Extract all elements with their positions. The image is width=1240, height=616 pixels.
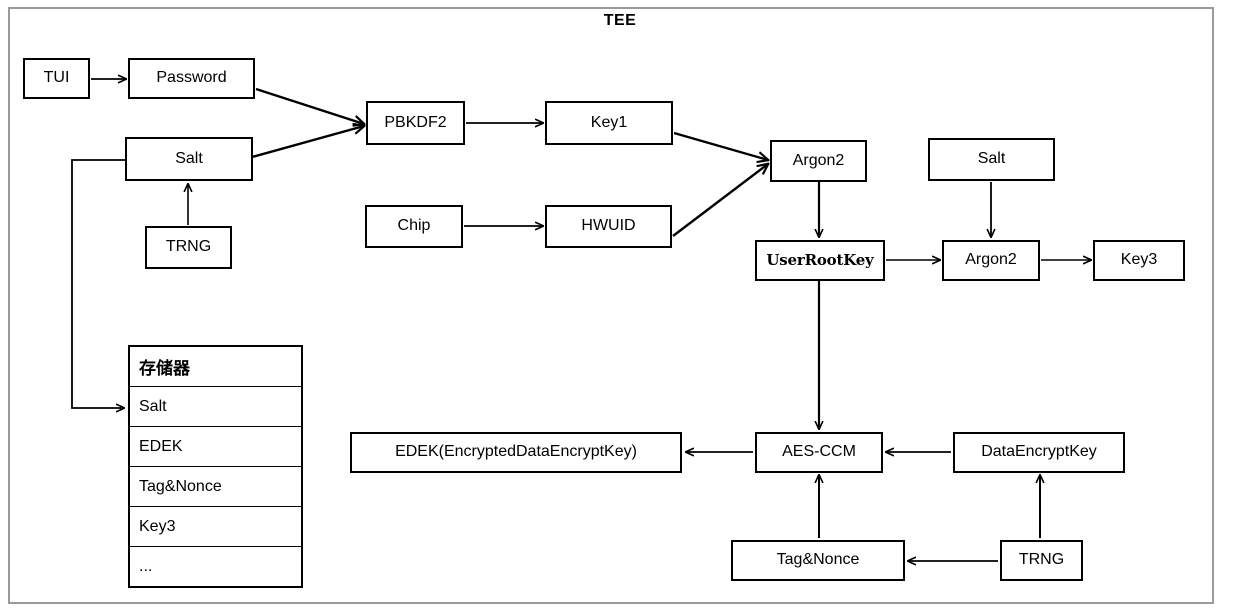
node-key1[interactable]: Key1 [545, 101, 673, 145]
storage-row-key3[interactable]: Key3 [130, 507, 301, 547]
node-trng-left[interactable]: TRNG [145, 226, 232, 269]
node-password[interactable]: Password [128, 58, 255, 99]
diagram-canvas: TEE TUI Password Salt TRNG PBKDF2 Key1 C… [0, 0, 1240, 616]
node-hwuid[interactable]: HWUID [545, 205, 672, 248]
storage-row-salt[interactable]: Salt [130, 387, 301, 427]
node-edek[interactable]: EDEK(EncryptedDataEncryptKey) [350, 432, 682, 473]
node-trng-bottom[interactable]: TRNG [1000, 540, 1083, 581]
storage-table-header: 存储器 [130, 347, 301, 387]
node-data-encrypt-key[interactable]: DataEncryptKey [953, 432, 1125, 473]
node-tag-nonce-bottom[interactable]: Tag&Nonce [731, 540, 905, 581]
node-aes-ccm[interactable]: AES-CCM [755, 432, 883, 473]
node-chip[interactable]: Chip [365, 205, 463, 248]
storage-row-edek[interactable]: EDEK [130, 427, 301, 467]
node-key3[interactable]: Key3 [1093, 240, 1185, 281]
storage-row-ellipsis[interactable]: ... [130, 547, 301, 586]
node-salt-left[interactable]: Salt [125, 137, 253, 181]
node-argon2-top[interactable]: Argon2 [770, 140, 867, 182]
tee-title-label: TEE [603, 12, 637, 29]
node-tui[interactable]: TUI [23, 58, 90, 99]
storage-table: 存储器 Salt EDEK Tag&Nonce Key3 ... [128, 345, 303, 588]
node-pbkdf2[interactable]: PBKDF2 [366, 101, 465, 145]
node-salt-right[interactable]: Salt [928, 138, 1055, 181]
storage-row-tag-nonce[interactable]: Tag&Nonce [130, 467, 301, 507]
node-user-root-key[interactable]: UserRootKey [755, 240, 885, 281]
node-argon2-second[interactable]: Argon2 [942, 240, 1040, 281]
